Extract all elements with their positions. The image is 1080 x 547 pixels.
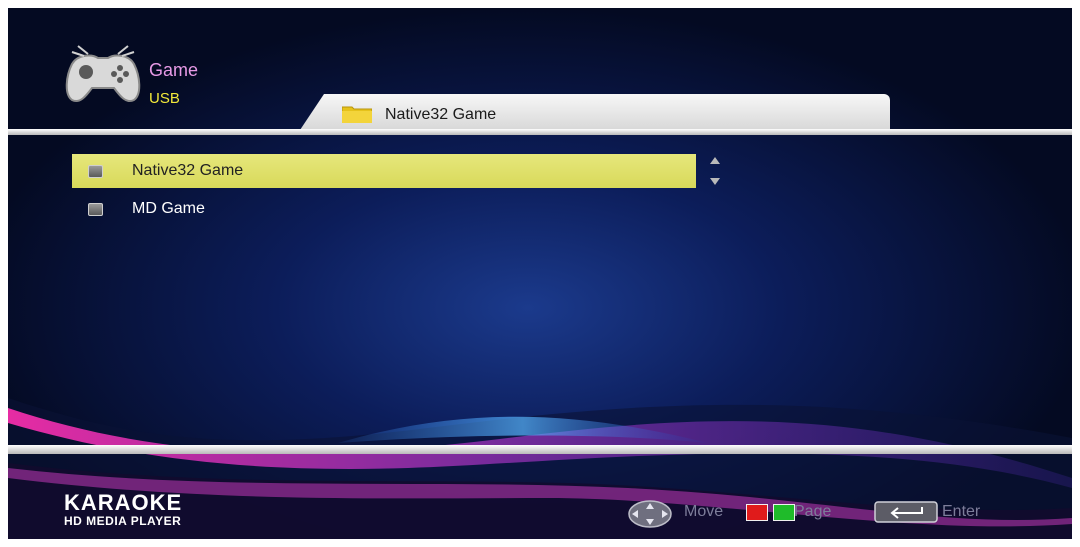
- game-icon: [88, 165, 103, 178]
- list-item-label: Native32 Game: [132, 162, 244, 179]
- red-key-icon: [746, 504, 768, 521]
- tab-current-folder[interactable]: Native32 Game: [300, 94, 890, 130]
- dpad-icon: [628, 500, 672, 528]
- header-divider: [8, 129, 1072, 135]
- enter-key-icon: [874, 501, 938, 523]
- brand-logo: KARAOKE HD MEDIA PLAYER: [64, 490, 183, 529]
- green-key-icon: [773, 504, 795, 521]
- brand-subtitle: HD MEDIA PLAYER: [64, 514, 182, 528]
- page-title: Game: [149, 60, 199, 80]
- gamepad-icon: [65, 45, 141, 102]
- footer-divider: [8, 445, 1072, 454]
- hint-page-label: Page: [794, 503, 832, 520]
- hint-move-label: Move: [684, 503, 724, 520]
- list-item-label: MD Game: [132, 200, 205, 217]
- scroll-arrows-icon[interactable]: [708, 155, 722, 187]
- source-label: USB: [149, 90, 180, 107]
- brand-title: KARAOKE: [64, 490, 183, 515]
- list-item[interactable]: Native32 Game: [72, 154, 696, 188]
- game-icon: [88, 203, 103, 216]
- list-item[interactable]: MD Game: [72, 192, 696, 226]
- folder-icon: [342, 106, 372, 123]
- hint-enter-label: Enter: [942, 503, 981, 520]
- media-player-screen: Game USB Native32 Game Native32 Game MD …: [8, 8, 1072, 539]
- tab-label: Native32 Game: [385, 106, 497, 123]
